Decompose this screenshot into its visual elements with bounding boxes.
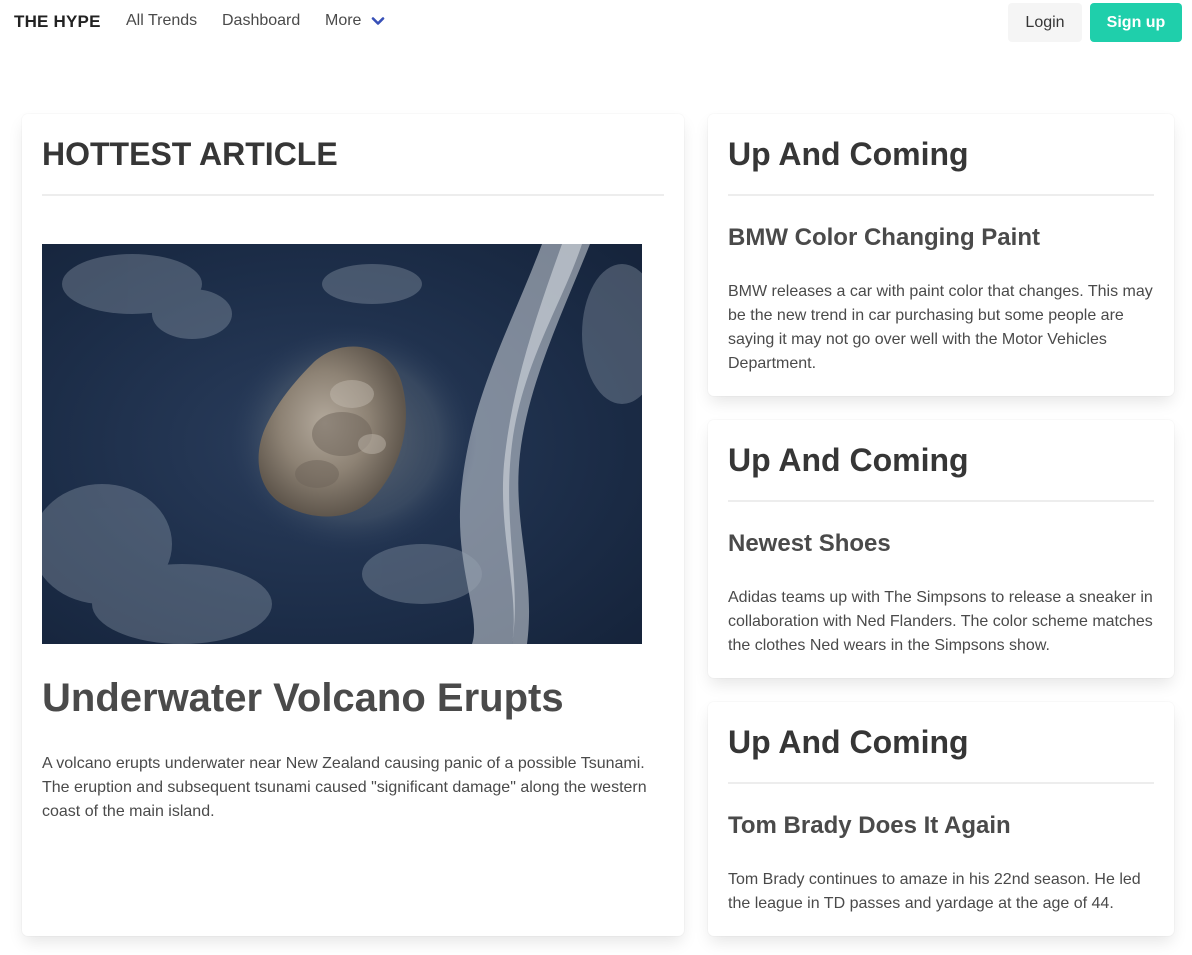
nav-all-trends[interactable]: All Trends (126, 12, 197, 30)
up-and-coming-card: Up And Coming BMW Color Changing Paint B… (708, 114, 1174, 396)
nav-more-dropdown[interactable]: More (325, 12, 385, 30)
up-and-coming-title[interactable]: Newest Shoes (728, 530, 891, 558)
up-and-coming-card: Up And Coming Tom Brady Does It Again To… (708, 702, 1174, 936)
up-and-coming-body: Tom Brady continues to amaze in his 22nd… (728, 871, 1141, 912)
nav-dashboard[interactable]: Dashboard (222, 12, 300, 30)
volcano-satellite-image (42, 244, 642, 644)
card-divider (728, 782, 1154, 784)
chevron-down-icon (371, 14, 385, 28)
up-and-coming-body: Adidas teams up with The Simpsons to rel… (728, 589, 1153, 654)
up-and-coming-heading: Up And Coming (728, 724, 969, 760)
up-and-coming-heading: Up And Coming (728, 442, 969, 478)
card-divider (728, 194, 1154, 196)
up-and-coming-title[interactable]: Tom Brady Does It Again (728, 812, 1011, 840)
login-button[interactable]: Login (1008, 3, 1082, 42)
up-and-coming-title[interactable]: BMW Color Changing Paint (728, 224, 1040, 252)
card-divider (42, 194, 664, 196)
hottest-article-title[interactable]: Underwater Volcano Erupts (42, 676, 564, 721)
up-and-coming-body: BMW releases a car with paint color that… (728, 283, 1153, 372)
up-and-coming-card: Up And Coming Newest Shoes Adidas teams … (708, 420, 1174, 678)
top-navbar: THE HYPE All Trends Dashboard More Login… (0, 0, 1192, 44)
nav-more-label: More (325, 12, 362, 29)
brand-logo[interactable]: THE HYPE (14, 12, 101, 32)
up-and-coming-heading: Up And Coming (728, 136, 969, 172)
hottest-article-card: HOTTEST ARTICLE Underwater Volcano Erupt… (22, 114, 684, 936)
hottest-article-body: A volcano erupts underwater near New Zea… (42, 755, 647, 820)
card-divider (728, 500, 1154, 502)
hottest-article-heading: HOTTEST ARTICLE (42, 136, 338, 172)
signup-button[interactable]: Sign up (1090, 3, 1182, 42)
